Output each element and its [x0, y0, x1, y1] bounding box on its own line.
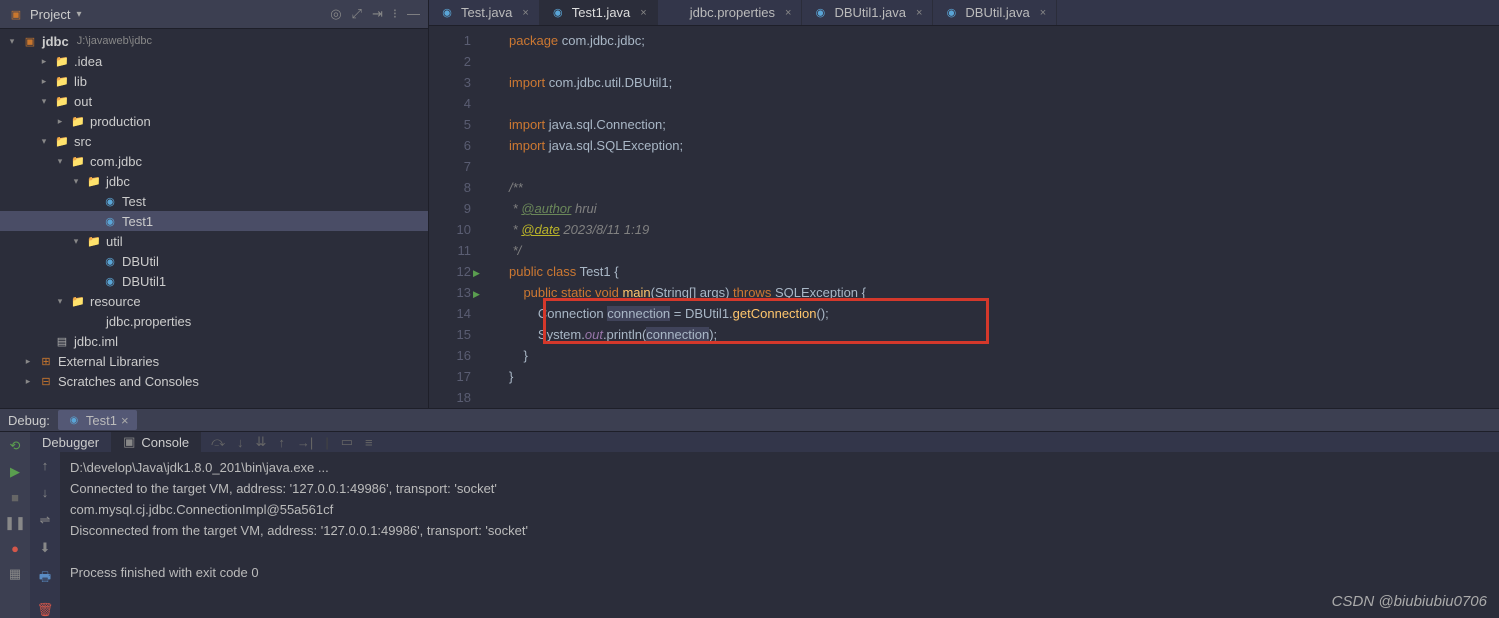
tree-item[interactable]: ◉Test1	[0, 211, 428, 231]
target-icon[interactable]: ◎	[330, 6, 341, 22]
debug-bar: Debug: ◉ Test1 ×	[0, 408, 1499, 432]
tree-item[interactable]: ▾📁out	[0, 91, 428, 111]
editor-tab[interactable]: ◉Test1.java×	[540, 0, 658, 25]
tree-item[interactable]: ▸📁.idea	[0, 51, 428, 71]
force-step-icon[interactable]: ⇊	[256, 434, 267, 450]
tree-item[interactable]: ◉DBUtil1	[0, 271, 428, 291]
tree-item[interactable]: ▸📁production	[0, 111, 428, 131]
evaluate-icon[interactable]: ▭	[341, 434, 353, 450]
tree-root[interactable]: ▾▣ jdbc J:\javaweb\jdbc	[0, 31, 428, 51]
chevron-down-icon[interactable]: ▾	[76, 9, 81, 20]
tree-item[interactable]: ▾📁util	[0, 231, 428, 251]
collapse-icon[interactable]: ⇥	[372, 6, 383, 22]
tree-item[interactable]: ▸⊟Scratches and Consoles	[0, 371, 428, 391]
view-breakpoints-icon[interactable]: ●	[11, 541, 19, 556]
tree-item[interactable]: ◉Test	[0, 191, 428, 211]
tree-item[interactable]: ▾📁jdbc	[0, 171, 428, 191]
project-sidebar: ▣ Project ▾ ◎ ⤢ ⇥ ⁝ — ▾▣ jdbc J:\javaweb…	[0, 0, 429, 408]
close-icon[interactable]: ×	[640, 7, 646, 19]
step-into-icon[interactable]: ↓	[237, 435, 244, 450]
code-content[interactable]: package com.jdbc.jdbc; import com.jdbc.u…	[489, 26, 866, 408]
step-over-icon[interactable]: ⤼	[211, 434, 225, 450]
sidebar-header: ▣ Project ▾ ◎ ⤢ ⇥ ⁝ —	[0, 0, 428, 29]
print-icon[interactable]: 🖶	[39, 568, 51, 590]
editor-tabs: ◉Test.java×◉Test1.java×jdbc.properties×◉…	[429, 0, 1499, 26]
soft-wrap-icon[interactable]: ⇌	[40, 512, 51, 528]
debugger-tab[interactable]: Debugger	[30, 432, 111, 452]
expand-icon[interactable]: ⤢	[352, 6, 362, 22]
close-icon[interactable]: ×	[785, 7, 791, 19]
run-gutter-icon[interactable]: ▶	[473, 289, 480, 299]
layout-icon[interactable]: ▦	[9, 566, 21, 582]
tree-item[interactable]: ▾📁src	[0, 131, 428, 151]
console-tab[interactable]: ▣Console	[111, 432, 201, 452]
tree-item[interactable]: ▤jdbc.iml	[0, 331, 428, 351]
tree-item[interactable]: ▾📁resource	[0, 291, 428, 311]
code-area[interactable]: 123456789101112131415161718 ▶ ▶ package …	[429, 26, 1499, 408]
editor-tab[interactable]: ◉DBUtil.java×	[933, 0, 1057, 25]
run-to-cursor-icon[interactable]: →|	[297, 435, 313, 450]
pause-icon[interactable]: ❚❚	[4, 515, 26, 531]
watermark: CSDN @biubiubiu0706	[1332, 593, 1487, 610]
up-icon[interactable]: ↑	[42, 458, 49, 473]
editor-tab[interactable]: jdbc.properties×	[658, 0, 803, 25]
editor-tab[interactable]: ◉Test.java×	[429, 0, 540, 25]
debug-title: Debug:	[8, 413, 50, 428]
scroll-end-icon[interactable]: ⬇	[40, 540, 51, 556]
hide-icon[interactable]: —	[407, 6, 420, 22]
trace-icon[interactable]: ≡	[365, 435, 373, 450]
close-icon[interactable]: ×	[121, 413, 129, 428]
tree-item[interactable]: ▸⊞External Libraries	[0, 351, 428, 371]
project-tree[interactable]: ▾▣ jdbc J:\javaweb\jdbc ▸📁.idea▸📁lib▾📁ou…	[0, 29, 428, 408]
editor-tab[interactable]: ◉DBUtil1.java×	[802, 0, 933, 25]
tree-item[interactable]: ▾📁com.jdbc	[0, 151, 428, 171]
tree-item[interactable]: jdbc.properties	[0, 311, 428, 331]
down-icon[interactable]: ↓	[42, 485, 49, 500]
clear-icon[interactable]: 🗑	[37, 602, 54, 618]
settings-icon[interactable]: ⁝	[393, 6, 397, 22]
sidebar-title: Project	[30, 7, 70, 22]
stop-icon[interactable]: ■	[11, 490, 19, 505]
tree-item[interactable]: ▸📁lib	[0, 71, 428, 91]
close-icon[interactable]: ×	[1040, 7, 1046, 19]
editor-pane: ◉Test.java×◉Test1.java×jdbc.properties×◉…	[429, 0, 1499, 408]
project-icon: ▣	[8, 6, 24, 22]
rerun-icon[interactable]: ⟲	[10, 438, 21, 454]
console-tabs: Debugger ▣Console ⤼ ↓ ⇊ ↑ →| | ▭ ≡	[30, 432, 1499, 452]
close-icon[interactable]: ×	[522, 7, 528, 19]
run-gutter-icon[interactable]: ▶	[473, 268, 480, 278]
tree-item[interactable]: ◉DBUtil	[0, 251, 428, 271]
console-side-tools: ↑ ↓ ⇌ ⬇ 🖶 🗑	[30, 452, 60, 618]
console-output[interactable]: D:\develop\Java\jdk1.8.0_201\bin\java.ex…	[60, 452, 1499, 618]
debug-config-tab[interactable]: ◉ Test1 ×	[58, 410, 137, 430]
debug-sidebar: ⟲ ▶ ■ ❚❚ ● ▦	[0, 432, 30, 618]
close-icon[interactable]: ×	[916, 7, 922, 19]
resume-icon[interactable]: ▶	[10, 464, 20, 480]
step-out-icon[interactable]: ↑	[278, 435, 285, 450]
